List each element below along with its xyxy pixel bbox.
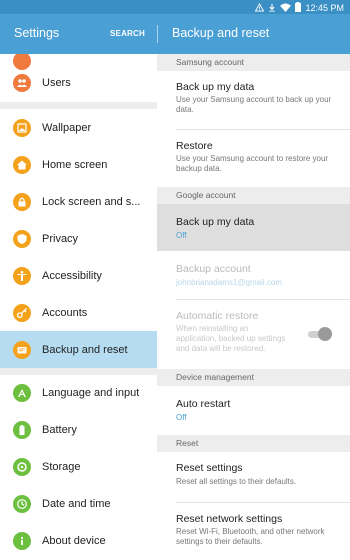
detail-panel[interactable]: Samsung account Back up my data Use your… bbox=[157, 54, 350, 560]
item-title: Back up my data bbox=[176, 81, 255, 93]
item-summary: Use your Samsung account to restore your… bbox=[176, 154, 329, 173]
backup-account-item[interactable]: Backup account johnbrianadams1@gmail.com bbox=[157, 253, 350, 298]
sidebar-item-backup-and-reset[interactable]: Backup and reset bbox=[0, 331, 157, 368]
app-header: Settings SEARCH Backup and reset bbox=[0, 14, 350, 54]
sidebar-item-label: Privacy bbox=[42, 232, 79, 245]
sidebar-item-about-device[interactable]: About device bbox=[0, 522, 157, 559]
sidebar-item-language-and-input[interactable]: Language and input bbox=[0, 374, 157, 411]
sidebar-item-label: Date and time bbox=[42, 497, 111, 510]
sidebar-item-label: Wallpaper bbox=[42, 121, 92, 134]
detail-title: Backup and reset bbox=[172, 26, 270, 40]
samsung-restore-item[interactable]: Restore Use your Samsung account to rest… bbox=[157, 130, 350, 186]
item-summary: Use your Samsung account to back up your… bbox=[176, 95, 332, 114]
backup-icon bbox=[13, 340, 31, 359]
sidebar-item-date-and-time[interactable]: Date and time bbox=[0, 485, 157, 522]
sidebar-item-label: About device bbox=[42, 534, 106, 547]
item-value: Off bbox=[176, 413, 187, 422]
sidebar-item-label: Backup and reset bbox=[42, 343, 128, 356]
section-header-device-management: Device management bbox=[157, 369, 350, 386]
home-icon bbox=[13, 155, 31, 174]
alert-icon bbox=[255, 2, 265, 14]
search-button[interactable]: SEARCH bbox=[110, 29, 145, 38]
section-header-google: Google account bbox=[157, 187, 350, 204]
item-value: johnbrianadams1@gmail.com bbox=[176, 278, 282, 287]
sidebar-item-battery[interactable]: Battery bbox=[0, 411, 157, 448]
section-header-reset: Reset bbox=[157, 435, 350, 452]
item-title: Restore bbox=[176, 140, 213, 152]
sidebar-item-lock-screen[interactable]: Lock screen and s... bbox=[0, 183, 157, 220]
item-value: Off bbox=[176, 231, 187, 240]
item-summary: When reinstalling an application, backed… bbox=[176, 324, 286, 353]
reset-settings-item[interactable]: Reset settings Reset all settings to the… bbox=[157, 452, 350, 497]
wifi-icon bbox=[280, 2, 292, 14]
item-summary: Reset all settings to their defaults. bbox=[176, 477, 297, 486]
sidebar-item-wallpaper[interactable]: Wallpaper bbox=[0, 109, 157, 146]
status-bar: 12:45 PM bbox=[0, 0, 350, 14]
sidebar-item-label: Storage bbox=[42, 460, 81, 473]
sidebar-item-privacy[interactable]: Privacy bbox=[0, 220, 157, 257]
item-title: Reset network settings bbox=[176, 513, 283, 525]
item-summary: Reset Wi-Fi, Bluetooth, and other networ… bbox=[176, 527, 325, 546]
accessibility-icon bbox=[13, 266, 31, 285]
automatic-restore-item[interactable]: Automatic restore When reinstalling an a… bbox=[157, 300, 350, 368]
sidebar-item-storage[interactable]: Storage bbox=[0, 448, 157, 485]
language-icon bbox=[13, 383, 31, 402]
wallpaper-icon bbox=[13, 118, 31, 137]
sidebar-section-gap bbox=[0, 102, 157, 109]
auto-restart-item[interactable]: Auto restart Off bbox=[157, 386, 350, 434]
settings-sidebar[interactable]: Users Wallpaper Home screen Lock screen … bbox=[0, 54, 157, 560]
battery-status-icon bbox=[295, 2, 302, 14]
key-icon bbox=[13, 303, 31, 322]
google-backup-item[interactable]: Back up my data Off bbox=[157, 204, 350, 251]
sidebar-item-label: Home screen bbox=[42, 158, 108, 171]
battery-icon bbox=[13, 420, 31, 439]
item-title: Auto restart bbox=[176, 398, 231, 410]
sidebar-item-label: Battery bbox=[42, 423, 77, 436]
item-title: Automatic restore bbox=[176, 310, 259, 322]
sidebar-item-label: Accessibility bbox=[42, 269, 102, 282]
samsung-backup-item[interactable]: Back up my data Use your Samsung account… bbox=[157, 71, 350, 116]
sidebar-item-label: Accounts bbox=[42, 306, 88, 319]
status-icons: 12:45 PM bbox=[255, 2, 344, 14]
storage-icon bbox=[13, 457, 31, 476]
item-title: Reset settings bbox=[176, 462, 243, 474]
reset-network-settings-item[interactable]: Reset network settings Reset Wi-Fi, Blue… bbox=[157, 503, 350, 560]
sidebar-item-accounts[interactable]: Accounts bbox=[0, 294, 157, 331]
info-icon bbox=[13, 531, 31, 550]
item-title: Backup account bbox=[176, 263, 251, 275]
sidebar-item-home-screen[interactable]: Home screen bbox=[0, 146, 157, 183]
sidebar-item-label: Lock screen and s... bbox=[42, 195, 141, 208]
clock-icon bbox=[13, 494, 31, 513]
sidebar-item-label: Language and input bbox=[42, 386, 140, 399]
sidebar-item-users[interactable]: Users bbox=[0, 64, 157, 101]
page-title: Settings bbox=[14, 26, 60, 40]
sidebar-item-accessibility[interactable]: Accessibility bbox=[0, 257, 157, 294]
automatic-restore-toggle[interactable] bbox=[308, 327, 332, 341]
status-time: 12:45 PM bbox=[305, 3, 344, 13]
privacy-icon bbox=[13, 229, 31, 248]
sidebar-item-label: Users bbox=[42, 76, 71, 89]
toggle-knob bbox=[318, 327, 332, 341]
lock-icon bbox=[13, 192, 31, 211]
download-icon bbox=[268, 3, 276, 14]
item-title: Back up my data bbox=[176, 216, 255, 228]
header-divider bbox=[157, 25, 158, 43]
section-header-samsung: Samsung account bbox=[157, 54, 350, 71]
users-icon bbox=[13, 73, 31, 92]
